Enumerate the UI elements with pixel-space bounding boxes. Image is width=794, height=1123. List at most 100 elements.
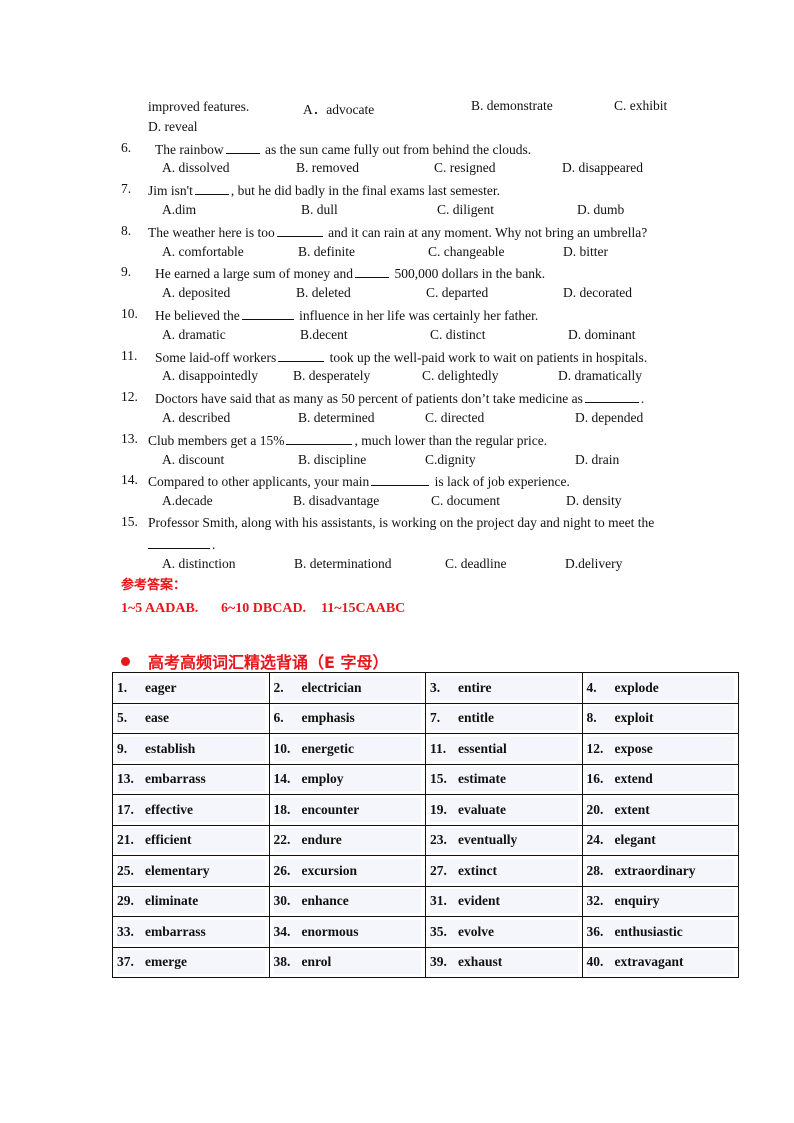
vocab-number: 35. (430, 923, 447, 939)
answer-blank (278, 348, 325, 362)
answer-blank (584, 389, 639, 403)
vocab-entry: 19. evaluate (430, 797, 578, 822)
vocab-entry: 23. eventually (430, 828, 578, 853)
option-a: A. deposited (162, 285, 231, 300)
question-stem: Club members get a 15%, much lower than … (148, 433, 548, 448)
vocab-word: extend (614, 771, 653, 787)
vocab-entry: 3. entire (430, 675, 578, 700)
vocab-entry: 11. essential (430, 736, 578, 761)
option-a: A．advocate (303, 102, 375, 117)
vocab-number: 15. (430, 771, 447, 787)
vocab-cell: 22. endure (268, 824, 426, 856)
vocab-number: 22. (273, 832, 291, 848)
vocab-entry: 22. endure (273, 828, 421, 853)
option-b: B. removed (296, 160, 359, 175)
question-stem: The weather here is too and it can rain … (148, 225, 648, 240)
vocab-entry: 1. eager (117, 675, 265, 700)
vocab-cell: 26. excursion (268, 855, 426, 887)
option-c: C. distinct (430, 327, 486, 342)
option-a: A.dim (162, 202, 197, 217)
vocab-word: elegant (614, 832, 656, 848)
vocab-number: 36. (586, 923, 604, 939)
vocab-cell: 3. entire (425, 672, 583, 704)
vocab-word: establish (145, 740, 196, 756)
vocab-cell: 38. enrol (268, 946, 426, 978)
option-b: B. deleted (296, 285, 351, 300)
question-number: 11. (121, 348, 138, 363)
question-number: 15. (121, 514, 138, 529)
vocab-word: evaluate (458, 801, 506, 817)
vocab-word: embarrass (145, 771, 206, 787)
document-page: improved features. A．advocate B. demonst… (0, 0, 794, 1123)
option-a: A.decade (162, 493, 213, 508)
vocab-cell: 33. embarrass (112, 916, 270, 948)
vocab-number: 8. (586, 710, 597, 726)
vocab-number: 14. (273, 771, 291, 787)
vocab-number: 32. (586, 893, 604, 909)
option-b: B. determinationd (294, 556, 392, 571)
option-d: D. dramatically (558, 368, 642, 383)
vocab-entry: 36. enthusiastic (586, 919, 734, 944)
vocab-cell: 17. effective (112, 794, 270, 826)
question-stem: He earned a large sum of money and 500,0… (155, 264, 546, 281)
option-a: A. disappointedly (162, 368, 258, 383)
option-a: A. dissolved (162, 160, 230, 175)
vocab-entry: 40. extravagant (586, 950, 734, 975)
table-row: 17. effective 18. encounter 19. evaluate 20. ex… (112, 794, 739, 826)
vocab-word: estimate (458, 771, 506, 787)
vocab-number: 34. (273, 923, 291, 939)
vocab-cell: 34. enormous (268, 916, 426, 948)
table-row: 29. eliminate 30. enhance 31. evident 32. enqui… (112, 885, 739, 917)
vocab-number: 24. (586, 832, 604, 848)
question-number: 9. (121, 264, 132, 279)
vocab-number: 1. (117, 679, 128, 695)
option-d: D. bitter (563, 244, 608, 259)
table-row: 37. emerge 38. enrol 39. exhaust 40. extravagan… (112, 946, 739, 978)
answer-blank (225, 140, 260, 154)
question-stem: Compared to other applicants, your main … (148, 474, 570, 489)
vocab-number: 27. (430, 862, 447, 878)
question-number: 13. (121, 431, 138, 446)
option-c: C. directed (425, 410, 485, 425)
vocab-word: enormous (301, 923, 359, 939)
option-c: C.dignity (425, 452, 476, 467)
vocab-number: 28. (586, 862, 604, 878)
option-b: B.decent (300, 327, 348, 342)
answer-blank (241, 306, 294, 320)
vocab-word: enquiry (614, 893, 660, 909)
vocab-entry: 13. embarrass (117, 767, 265, 792)
vocab-cell: 15. estimate (425, 763, 583, 795)
option-c: C. departed (426, 285, 489, 300)
vocab-cell: 30. enhance (268, 885, 426, 917)
vocab-number: 18. (273, 801, 291, 817)
vocab-cell: 13. embarrass (112, 763, 270, 795)
answer-blank (355, 264, 390, 278)
vocab-entry: 14. employ (273, 767, 421, 792)
vocab-word: entire (458, 679, 492, 695)
vocab-number: 37. (117, 954, 134, 970)
vocab-entry: 17. effective (117, 797, 265, 822)
vocab-word: efficient (145, 832, 192, 848)
vocab-number: 39. (430, 954, 447, 970)
vocab-word: electrician (301, 679, 362, 695)
vocab-number: 3. (430, 679, 441, 695)
vocab-cell: 14. employ (268, 763, 426, 795)
answer-blank (194, 181, 229, 195)
vocab-word: extraordinary (614, 862, 696, 878)
vocab-number: 31. (430, 893, 447, 909)
vocab-number: 2. (273, 679, 284, 695)
vocab-word: eager (145, 679, 177, 695)
vocab-number: 11. (430, 740, 447, 756)
option-d: D. dumb (577, 202, 625, 217)
answer-group: 11~15CAABC (321, 601, 406, 616)
vocab-entry: 10. energetic (273, 736, 421, 761)
vocab-cell: 1. eager (112, 672, 270, 704)
vocab-number: 9. (117, 740, 128, 756)
vocab-cell: 39. exhaust (425, 946, 583, 978)
vocab-cell: 18. encounter (268, 794, 426, 826)
vocab-entry: 27. extinct (430, 858, 578, 883)
question-number: 14. (121, 472, 138, 487)
vocab-entry: 9. establish (117, 736, 265, 761)
option-c: C. changeable (428, 244, 505, 259)
vocab-cell: 20. extent (581, 794, 739, 826)
